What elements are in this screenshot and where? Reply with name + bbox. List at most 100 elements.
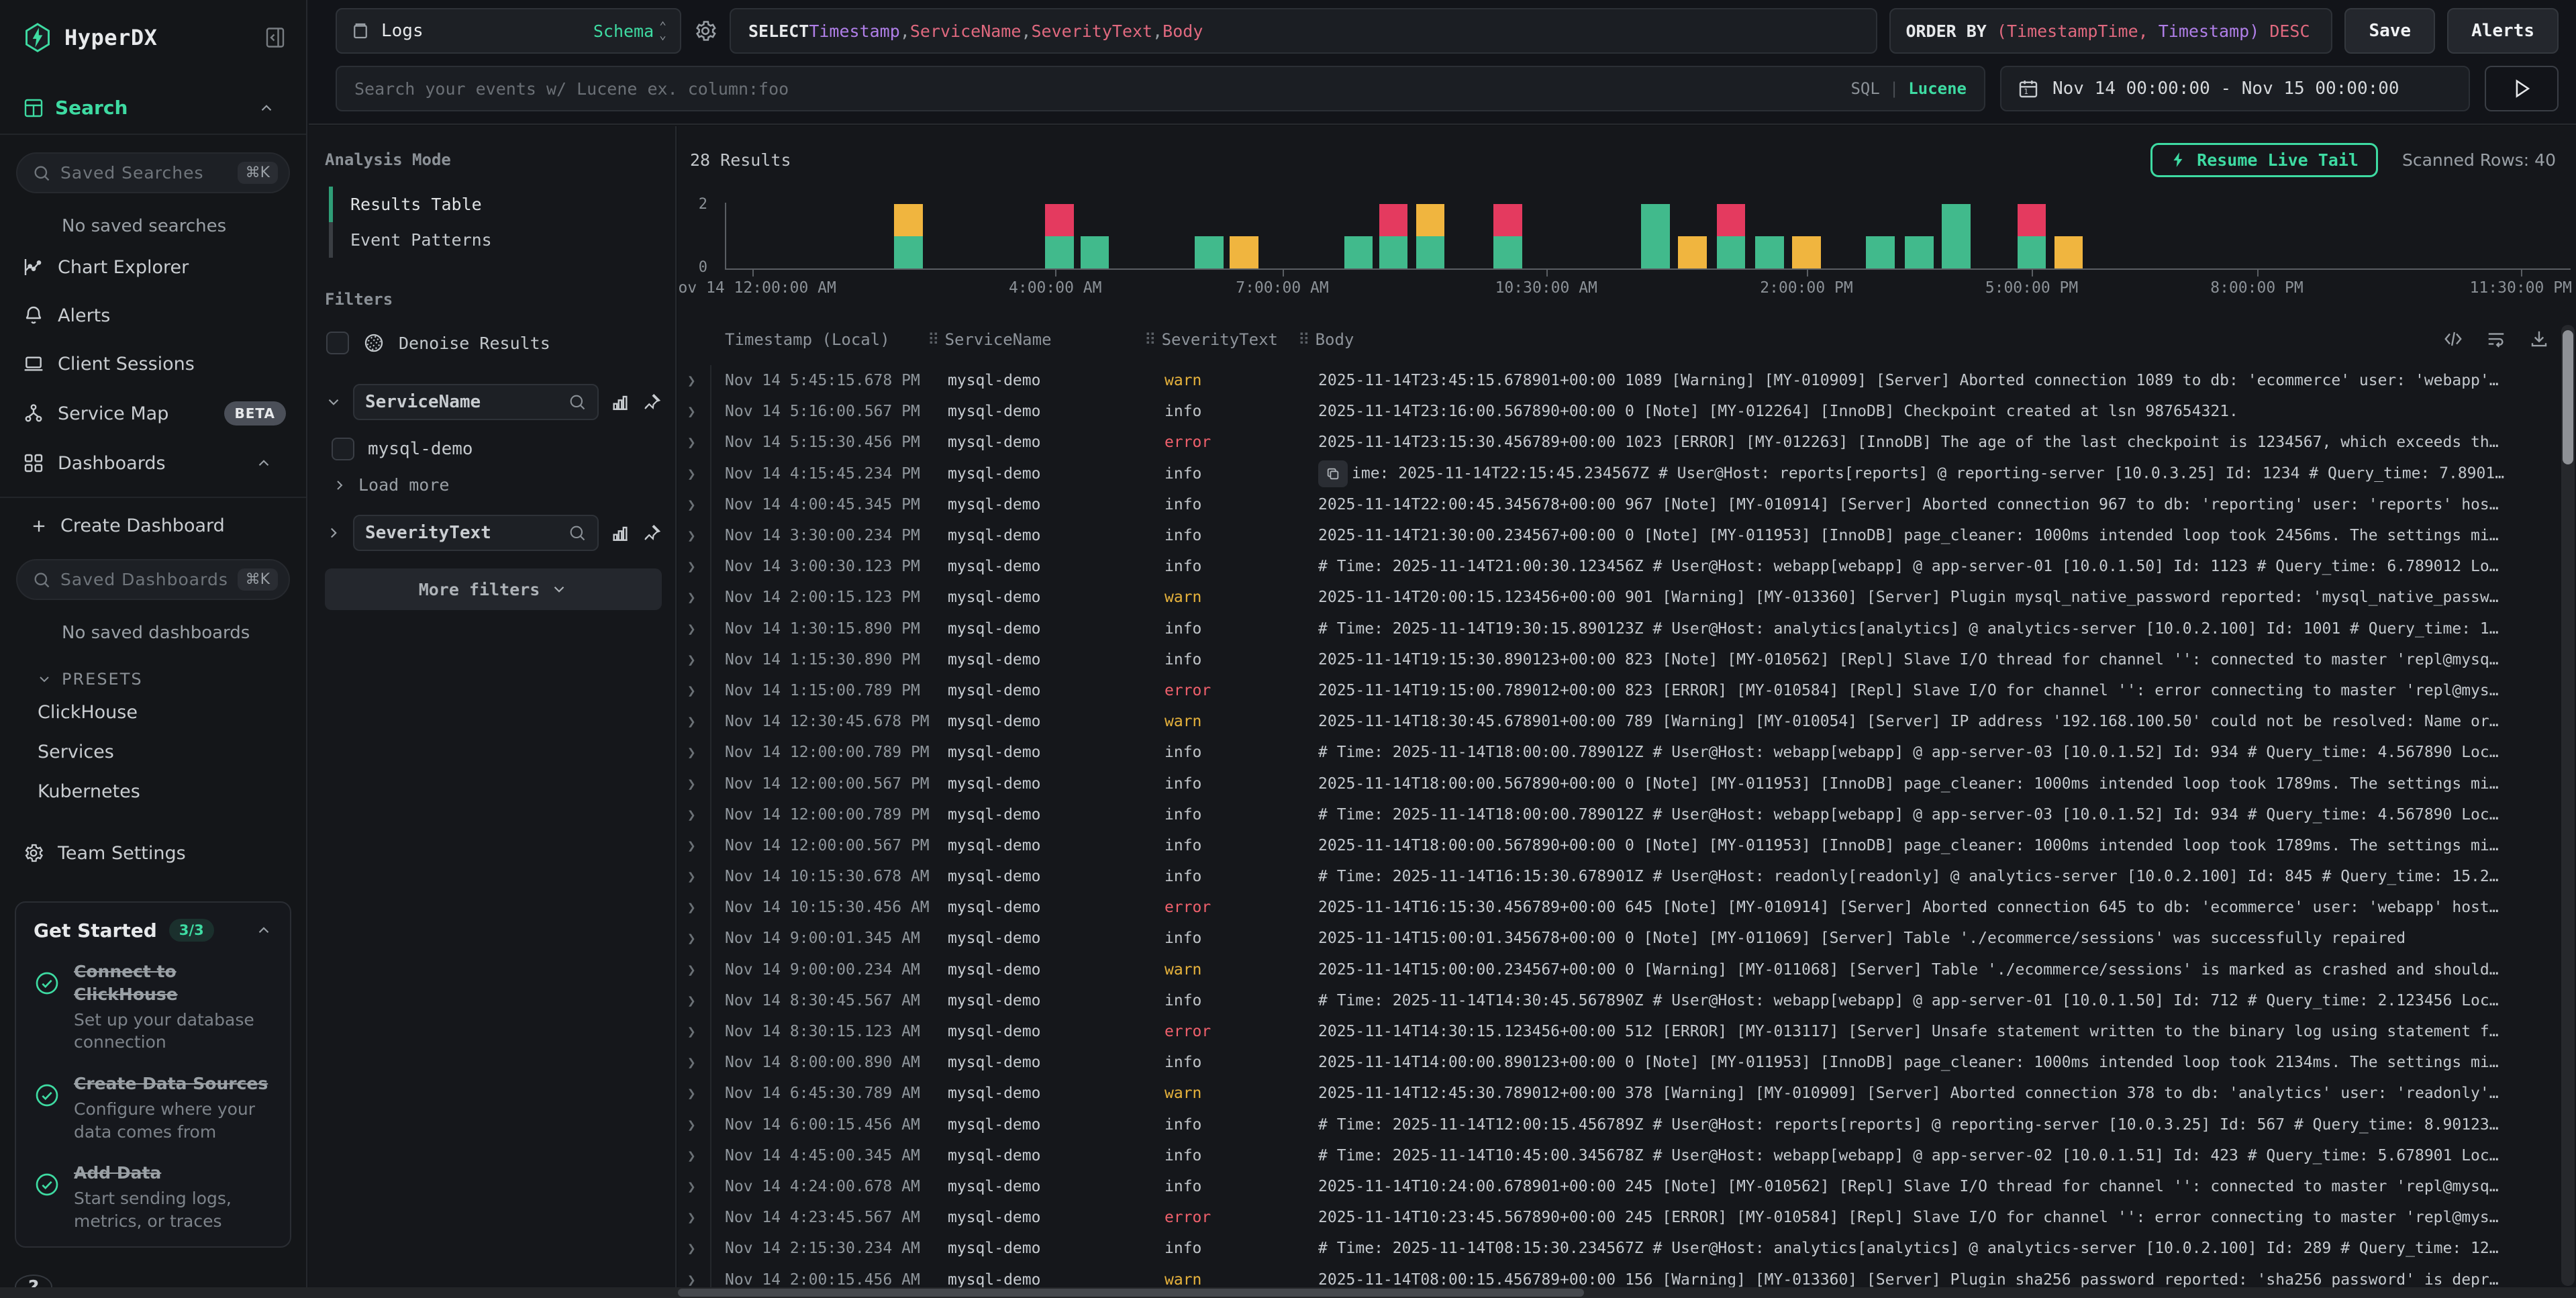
expand-row-icon[interactable]: ❯ — [687, 589, 696, 605]
sidebar-item-team-settings[interactable]: Team Settings — [0, 811, 306, 864]
facet-value-mysql-demo[interactable]: mysql-demo — [325, 427, 662, 464]
chevron-up-icon[interactable] — [255, 454, 286, 472]
chevron-up-icon[interactable] — [255, 921, 273, 939]
table-row[interactable]: ❯ Nov 14 4:15:45.234 PM mysql-demo info … — [678, 458, 2576, 489]
expand-row-icon[interactable]: ❯ — [687, 652, 696, 668]
facet-search-box[interactable]: ServiceName — [353, 384, 599, 420]
table-row[interactable]: ❯ Nov 14 10:15:30.456 AM mysql-demo erro… — [678, 892, 2576, 923]
pin-icon[interactable] — [642, 523, 662, 543]
alerts-button[interactable]: Alerts — [2447, 8, 2559, 54]
table-row[interactable]: ❯ Nov 14 1:30:15.890 PM mysql-demo info … — [678, 613, 2576, 644]
resume-live-tail-button[interactable]: Resume Live Tail — [2150, 143, 2378, 177]
column-header-body[interactable]: ⠿Body — [1298, 330, 1354, 349]
get-started-step[interactable]: Connect to ClickHouse Set up your databa… — [34, 960, 273, 1054]
sidebar-collapse-icon[interactable] — [263, 26, 287, 50]
table-row[interactable]: ❯ Nov 14 12:00:00.567 PM mysql-demo info… — [678, 830, 2576, 861]
table-row[interactable]: ❯ Nov 14 5:45:15.678 PM mysql-demo warn … — [678, 365, 2576, 396]
expand-row-icon[interactable]: ❯ — [687, 1148, 696, 1164]
column-header-timestamp[interactable]: Timestamp (Local) — [725, 330, 890, 349]
expand-row-icon[interactable]: ❯ — [687, 528, 696, 544]
source-selector[interactable]: Logs Schema ⌃⌃ — [336, 8, 681, 54]
load-more-button[interactable]: Load more — [325, 464, 662, 515]
saved-dashboards-input[interactable]: Saved Dashboards ⌘K — [16, 559, 290, 600]
run-query-button[interactable] — [2485, 66, 2559, 111]
expand-row-icon[interactable]: ❯ — [687, 1085, 696, 1101]
expand-row-icon[interactable]: ❯ — [687, 497, 696, 513]
table-row[interactable]: ❯ Nov 14 8:00:00.890 AM mysql-demo info … — [678, 1047, 2576, 1078]
expand-row-icon[interactable]: ❯ — [687, 621, 696, 637]
expand-row-icon[interactable]: ❯ — [687, 838, 696, 854]
column-header-severitytext[interactable]: ⠿SeverityText — [1144, 330, 1278, 349]
table-row[interactable]: ❯ Nov 14 2:00:15.456 AM mysql-demo warn … — [678, 1264, 2576, 1287]
sidebar-item-search[interactable]: Search — [0, 59, 306, 135]
table-row[interactable]: ❯ Nov 14 10:15:30.678 AM mysql-demo info… — [678, 861, 2576, 892]
save-button[interactable]: Save — [2344, 8, 2435, 54]
expand-row-icon[interactable]: ❯ — [687, 744, 696, 760]
results-histogram[interactable]: 2 0 Nov 14 12:00:00 AM4:00:00 AM7:00:00 … — [713, 193, 2571, 301]
horizontal-scrollbar[interactable] — [0, 1287, 2576, 1298]
expand-row-icon[interactable]: ❯ — [687, 403, 696, 419]
denoise-checkbox[interactable] — [326, 332, 349, 354]
table-row[interactable]: ❯ Nov 14 4:00:45.345 PM mysql-demo info … — [678, 489, 2576, 520]
get-started-step[interactable]: Add Data Start sending logs, metrics, or… — [34, 1162, 273, 1232]
mode-results-table[interactable]: Results Table — [329, 187, 662, 222]
lucene-mode-label[interactable]: Lucene — [1908, 79, 1967, 98]
vertical-scrollbar[interactable] — [2561, 325, 2575, 1286]
date-range-picker[interactable]: 1 Nov 14 00:00:00 - Nov 15 00:00:00 — [2000, 66, 2470, 111]
drag-handle-icon[interactable]: ⠿ — [1144, 330, 1155, 349]
facet-search-box[interactable]: SeverityText — [353, 515, 599, 551]
drag-handle-icon[interactable]: ⠿ — [1298, 330, 1309, 349]
table-row[interactable]: ❯ Nov 14 3:00:30.123 PM mysql-demo info … — [678, 551, 2576, 582]
expand-row-icon[interactable]: ❯ — [687, 558, 696, 575]
table-row[interactable]: ❯ Nov 14 4:24:00.678 AM mysql-demo info … — [678, 1171, 2576, 1202]
table-row[interactable]: ❯ Nov 14 8:30:45.567 AM mysql-demo info … — [678, 985, 2576, 1016]
expand-row-icon[interactable]: ❯ — [687, 807, 696, 823]
table-row[interactable]: ❯ Nov 14 12:00:00.789 PM mysql-demo info… — [678, 737, 2576, 768]
text-wrap-icon[interactable] — [2486, 329, 2506, 349]
more-filters-button[interactable]: More filters — [325, 568, 662, 610]
search-events-input[interactable]: Search your events w/ Lucene ex. column:… — [336, 66, 1985, 111]
table-row[interactable]: ❯ Nov 14 4:23:45.567 AM mysql-demo error… — [678, 1202, 2576, 1233]
drag-handle-icon[interactable]: ⠿ — [928, 330, 938, 349]
download-icon[interactable] — [2529, 329, 2549, 349]
expand-row-icon[interactable]: ❯ — [687, 434, 696, 450]
expand-row-icon[interactable]: ❯ — [687, 868, 696, 885]
sql-mode-label[interactable]: SQL — [1850, 79, 1879, 98]
table-row[interactable]: ❯ Nov 14 8:30:15.123 AM mysql-demo error… — [678, 1016, 2576, 1047]
expand-row-icon[interactable]: ❯ — [687, 899, 696, 915]
chevron-right-icon[interactable] — [325, 524, 342, 542]
denoise-results-toggle[interactable]: Denoise Results — [326, 332, 662, 354]
scrollbar-thumb[interactable] — [2563, 330, 2573, 464]
get-started-step[interactable]: Create Data Sources Configure where your… — [34, 1072, 273, 1143]
sidebar-item-service-map[interactable]: Service Map BETA — [0, 388, 306, 439]
order-by-input[interactable]: ORDER BY (TimestampTime, Timestamp) DESC — [1889, 8, 2332, 54]
code-view-icon[interactable] — [2443, 329, 2463, 349]
schema-selector[interactable]: Schema ⌃⌃ — [593, 21, 666, 41]
expand-row-icon[interactable]: ❯ — [687, 1117, 696, 1133]
sidebar-item-alerts[interactable]: Alerts — [0, 291, 306, 340]
table-row[interactable]: ❯ Nov 14 6:45:30.789 AM mysql-demo warn … — [678, 1078, 2576, 1109]
select-query-input[interactable]: SELECT Timestamp,ServiceName,SeverityTex… — [730, 8, 1877, 54]
expand-row-icon[interactable]: ❯ — [687, 1054, 696, 1070]
preset-services[interactable]: Services — [0, 732, 306, 772]
expand-row-icon[interactable]: ❯ — [687, 372, 696, 389]
sidebar-item-dashboards[interactable]: Dashboards — [0, 439, 306, 487]
presets-header[interactable]: PRESETS — [0, 650, 306, 693]
expand-row-icon[interactable]: ❯ — [687, 466, 696, 482]
table-row[interactable]: ❯ Nov 14 6:00:15.456 AM mysql-demo info … — [678, 1109, 2576, 1140]
bar-chart-icon[interactable] — [609, 522, 631, 544]
chevron-down-icon[interactable] — [325, 393, 342, 411]
expand-row-icon[interactable]: ❯ — [687, 930, 696, 946]
sidebar-item-client-sessions[interactable]: Client Sessions — [0, 340, 306, 388]
mode-event-patterns[interactable]: Event Patterns — [329, 222, 662, 258]
table-row[interactable]: ❯ Nov 14 1:15:00.789 PM mysql-demo error… — [678, 675, 2576, 706]
gear-icon[interactable] — [693, 19, 717, 43]
preset-kubernetes[interactable]: Kubernetes — [0, 772, 306, 811]
copy-icon[interactable] — [1318, 460, 1348, 487]
expand-row-icon[interactable]: ❯ — [687, 683, 696, 699]
expand-row-icon[interactable]: ❯ — [687, 776, 696, 792]
expand-row-icon[interactable]: ❯ — [687, 1272, 696, 1287]
expand-row-icon[interactable]: ❯ — [687, 1209, 696, 1226]
table-row[interactable]: ❯ Nov 14 5:15:30.456 PM mysql-demo error… — [678, 427, 2576, 458]
expand-row-icon[interactable]: ❯ — [687, 1240, 696, 1256]
